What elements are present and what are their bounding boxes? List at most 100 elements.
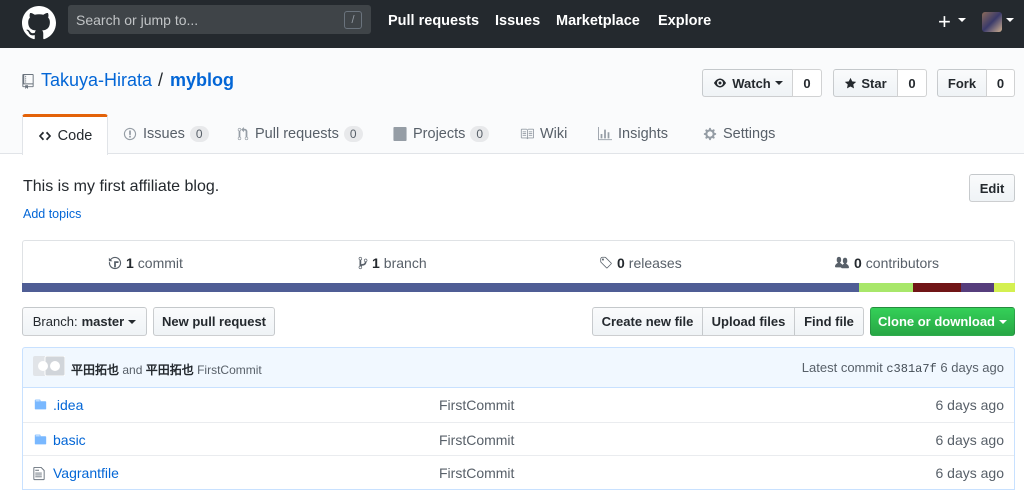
commit-authors: 平田拓也 and 平田拓也 FirstCommit	[71, 361, 262, 378]
plus-dropdown-caret-icon[interactable]	[958, 18, 966, 22]
search-input[interactable]	[68, 5, 338, 34]
upload-files-label: Upload files	[711, 314, 786, 329]
find-file-label: Find file	[804, 314, 854, 329]
releases-summary[interactable]: 0 releases	[599, 255, 682, 271]
add-topics-link[interactable]: Add topics	[23, 207, 81, 221]
graph-icon	[598, 127, 612, 141]
tag-icon	[600, 256, 612, 269]
repo-header: Takuya-Hirata / myblog Watch 0 Star 0 Fo…	[0, 48, 1024, 155]
folder-icon	[34, 434, 47, 444]
nav-marketplace[interactable]: Marketplace	[556, 13, 640, 29]
search-box: /	[68, 5, 371, 34]
tab-pull-requests[interactable]: Pull requests 0	[237, 114, 363, 154]
tab-issues-label: Issues	[143, 126, 185, 142]
fork-label: Fork	[947, 75, 977, 91]
find-file-button[interactable]: Find file	[794, 307, 864, 336]
repo-owner-link[interactable]: Takuya-Hirata	[41, 70, 152, 91]
branch-prefix: Branch:	[32, 314, 78, 329]
branches-label: branch	[383, 255, 427, 271]
branch-icon	[358, 256, 368, 270]
github-logo-icon[interactable]	[22, 6, 56, 40]
commit-author-1[interactable]: 平田拓也	[71, 363, 119, 377]
issues-counter: 0	[189, 126, 209, 142]
file-name[interactable]: Vagrantfile	[53, 465, 119, 481]
language-segment[interactable]	[912, 283, 962, 292]
upload-files-button[interactable]: Upload files	[702, 307, 795, 336]
new-pull-request-button[interactable]: New pull request	[153, 307, 275, 336]
language-segment[interactable]	[961, 283, 995, 292]
commits-count: 1	[126, 255, 134, 271]
star-count[interactable]: 0	[897, 69, 927, 97]
plus-icon[interactable]: +	[938, 9, 951, 35]
commit-and: and	[122, 363, 143, 377]
table-row: .idea FirstCommit 6 days ago	[23, 388, 1014, 422]
avatar-dropdown-caret-icon[interactable]	[1006, 18, 1014, 22]
watch-count[interactable]: 0	[792, 69, 822, 97]
nav-pull-requests[interactable]: Pull requests	[388, 13, 479, 29]
project-icon	[393, 127, 407, 141]
fork-count[interactable]: 0	[986, 69, 1015, 97]
table-row: Vagrantfile FirstCommit 6 days ago	[23, 455, 1014, 489]
watch-caret-icon	[774, 81, 783, 85]
commits-summary[interactable]: 1 commit	[108, 255, 183, 271]
commit-author-2[interactable]: 平田拓也	[146, 363, 194, 377]
file-name[interactable]: .idea	[53, 397, 83, 413]
tab-code[interactable]: Code	[22, 114, 108, 155]
projects-counter: 0	[470, 126, 490, 142]
star-button[interactable]: Star	[833, 69, 898, 97]
commit-meta: Latest commit c381a7f 6 days ago	[802, 360, 1004, 376]
language-segment[interactable]	[22, 283, 860, 292]
folder-icon	[34, 399, 47, 410]
contributors-summary[interactable]: 0 contributors	[834, 255, 939, 271]
watch-button[interactable]: Watch	[702, 69, 793, 97]
file-text-icon	[33, 466, 45, 481]
clone-download-button[interactable]: Clone or download	[870, 307, 1015, 336]
nav-explore[interactable]: Explore	[658, 13, 711, 29]
commit-message[interactable]: FirstCommit	[197, 363, 262, 377]
file-commit-message[interactable]: FirstCommit	[439, 465, 514, 481]
nav-issues[interactable]: Issues	[495, 13, 540, 29]
repo-path-separator: /	[158, 70, 164, 90]
edit-button[interactable]: Edit	[969, 174, 1015, 202]
branch-name: master	[81, 314, 125, 329]
tab-projects-label: Projects	[413, 126, 466, 142]
commit-sha[interactable]: c381a7f	[886, 362, 936, 376]
file-name[interactable]: basic	[53, 432, 86, 448]
edit-label: Edit	[979, 180, 1005, 196]
tab-projects[interactable]: Projects 0	[393, 114, 490, 154]
repo-description: This is my first affiliate blog.	[23, 178, 220, 195]
branch-select-button[interactable]: Branch: master	[22, 307, 147, 336]
language-segment[interactable]	[994, 283, 1015, 292]
language-bar[interactable]	[22, 283, 1015, 292]
user-avatar[interactable]	[982, 12, 1002, 32]
file-commit-message[interactable]: FirstCommit	[439, 432, 514, 448]
file-age: 6 days ago	[935, 431, 1005, 448]
eye-icon	[714, 78, 727, 88]
branch-caret-icon	[128, 319, 137, 324]
contributors-label: contributors	[865, 255, 939, 271]
tab-settings-label: Settings	[723, 126, 776, 142]
create-new-file-label: Create new file	[601, 314, 694, 329]
language-segment[interactable]	[859, 283, 913, 292]
latest-commit-bar: 平田拓也 and 平田拓也 FirstCommit Latest commit …	[22, 347, 1015, 388]
pull-request-icon	[237, 127, 249, 141]
branches-count: 1	[372, 255, 380, 271]
branches-summary[interactable]: 1 branch	[358, 255, 427, 271]
history-icon	[108, 256, 122, 270]
star-icon	[845, 77, 857, 88]
star-label: Star	[861, 75, 887, 91]
tab-issues[interactable]: Issues 0	[123, 114, 209, 154]
tab-wiki[interactable]: Wiki	[520, 114, 567, 154]
commits-label: commit	[137, 255, 183, 271]
tab-insights[interactable]: Insights	[598, 114, 668, 154]
fork-button[interactable]: Fork	[937, 69, 987, 97]
tab-wiki-label: Wiki	[540, 126, 568, 142]
watch-label: Watch	[732, 75, 771, 91]
create-new-file-button[interactable]: Create new file	[592, 307, 703, 336]
tab-settings[interactable]: Settings	[703, 114, 775, 154]
file-commit-message[interactable]: FirstCommit	[439, 397, 514, 413]
contributors-count: 0	[854, 255, 862, 271]
repo-name-link[interactable]: myblog	[170, 70, 234, 91]
repo-icon	[22, 74, 34, 89]
committer-avatars-icon[interactable]	[33, 356, 65, 376]
